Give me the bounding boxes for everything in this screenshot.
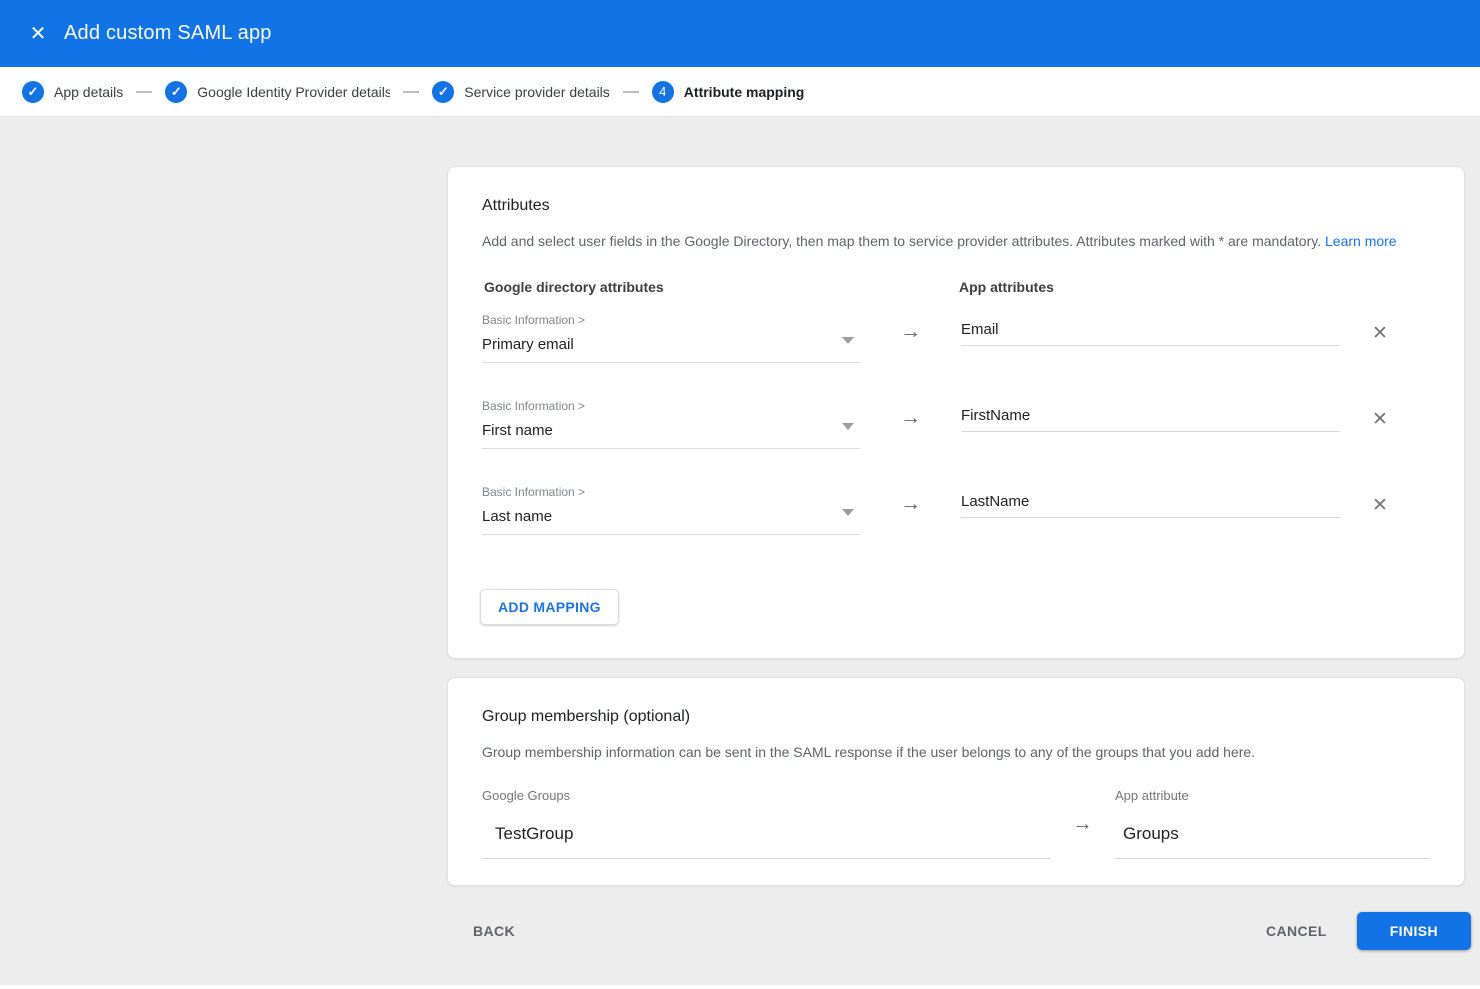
app-attributes-header: App attributes <box>959 279 1054 295</box>
cancel-button[interactable]: CANCEL <box>1262 913 1331 949</box>
attributes-card-description: Add and select user fields in the Google… <box>482 231 1430 251</box>
step-connector <box>403 91 419 93</box>
back-button[interactable]: BACK <box>469 913 519 949</box>
app-attribute-input-wrap <box>961 309 1340 395</box>
step-connector <box>136 91 152 93</box>
arrow-cell: → <box>860 481 961 567</box>
arrow-cell: → <box>1050 788 1115 859</box>
app-attribute-input[interactable] <box>961 491 1340 518</box>
group-mapping-row: Google Groups TestGroup → App attribute … <box>482 788 1430 859</box>
remove-cell: ✕ <box>1340 395 1398 481</box>
directory-attribute-select[interactable]: Basic Information > Last name <box>482 481 860 567</box>
remove-mapping-icon[interactable]: ✕ <box>1366 405 1394 433</box>
wizard-stepper: ✓ App details ✓ Google Identity Provider… <box>0 67 1480 117</box>
directory-attribute-value: First name <box>482 422 860 440</box>
google-groups-label: Google Groups <box>482 788 1050 803</box>
remove-mapping-icon[interactable]: ✕ <box>1366 319 1394 347</box>
step-app-details[interactable]: ✓ App details <box>22 81 123 103</box>
field-underline <box>1115 858 1430 859</box>
directory-attribute-value: Primary email <box>482 336 860 354</box>
step-attribute-mapping[interactable]: 4 Attribute mapping <box>652 81 805 103</box>
step-service-provider-details[interactable]: ✓ Service provider details <box>432 81 610 103</box>
app-attribute-field[interactable]: App attribute Groups <box>1115 788 1430 859</box>
mapping-column-headers: Google directory attributes App attribut… <box>482 279 1430 295</box>
attribute-category-label: Basic Information > <box>482 485 860 499</box>
step-label: App details <box>54 84 123 100</box>
attributes-card-title: Attributes <box>482 197 1430 215</box>
app-attribute-input[interactable] <box>961 405 1340 432</box>
learn-more-link[interactable]: Learn more <box>1325 233 1397 249</box>
field-underline <box>482 362 860 363</box>
page-title: Add custom SAML app <box>64 22 272 45</box>
google-groups-field[interactable]: Google Groups TestGroup <box>482 788 1050 859</box>
app-attribute-input-wrap <box>961 395 1340 481</box>
step-label: Service provider details <box>464 84 610 100</box>
app-attribute-input-wrap <box>961 481 1340 567</box>
remove-cell: ✕ <box>1340 481 1398 567</box>
add-mapping-button[interactable]: ADD MAPPING <box>480 589 619 625</box>
dropdown-arrow-icon <box>842 509 854 516</box>
remove-mapping-icon[interactable]: ✕ <box>1366 491 1394 519</box>
step-label: Attribute mapping <box>684 84 805 100</box>
arrow-right-icon: → <box>1073 814 1093 859</box>
app-bar: ✕ Add custom SAML app <box>0 0 1480 67</box>
finish-button[interactable]: FINISH <box>1357 912 1471 950</box>
content-area: Attributes Add and select user fields in… <box>0 117 1480 985</box>
arrow-cell: → <box>860 309 961 395</box>
step-connector <box>623 91 639 93</box>
field-underline <box>482 448 860 449</box>
group-membership-card: Group membership (optional) Group member… <box>447 677 1465 886</box>
mapping-row: Basic Information > First name → ✕ <box>482 395 1430 481</box>
arrow-right-icon: → <box>900 321 921 395</box>
arrow-right-icon: → <box>900 407 921 481</box>
close-icon[interactable]: ✕ <box>20 16 56 52</box>
attributes-card: Attributes Add and select user fields in… <box>447 166 1465 659</box>
remove-cell: ✕ <box>1340 309 1398 395</box>
mapping-row: Basic Information > Last name → ✕ <box>482 481 1430 567</box>
mapping-row: Basic Information > Primary email → ✕ <box>482 309 1430 395</box>
arrow-right-icon: → <box>900 493 921 567</box>
bottom-strip <box>0 985 1480 989</box>
group-card-title: Group membership (optional) <box>482 708 1430 726</box>
directory-attribute-select[interactable]: Basic Information > Primary email <box>482 309 860 395</box>
step-number-icon: 4 <box>652 81 674 103</box>
step-complete-icon: ✓ <box>432 81 454 103</box>
step-complete-icon: ✓ <box>22 81 44 103</box>
description-text: Add and select user fields in the Google… <box>482 233 1321 249</box>
group-card-description: Group membership information can be sent… <box>482 742 1430 762</box>
directory-attribute-select[interactable]: Basic Information > First name <box>482 395 860 481</box>
app-attribute-input[interactable] <box>961 319 1340 346</box>
mapping-rows: Basic Information > Primary email → ✕ Ba… <box>482 309 1430 567</box>
arrow-cell: → <box>860 395 961 481</box>
step-google-idp-details[interactable]: ✓ Google Identity Provider details <box>165 81 390 103</box>
directory-attribute-value: Last name <box>482 508 860 526</box>
attribute-category-label: Basic Information > <box>482 313 860 327</box>
dropdown-arrow-icon <box>842 337 854 344</box>
wizard-footer: BACK CANCEL FINISH <box>447 912 1471 950</box>
step-label: Google Identity Provider details <box>197 84 390 100</box>
attribute-category-label: Basic Information > <box>482 399 860 413</box>
google-directory-attributes-header: Google directory attributes <box>482 279 959 295</box>
app-attribute-label: App attribute <box>1115 788 1430 803</box>
app-attribute-value[interactable]: Groups <box>1115 824 1430 844</box>
field-underline <box>482 858 1050 859</box>
step-complete-icon: ✓ <box>165 81 187 103</box>
google-groups-value[interactable]: TestGroup <box>482 824 1050 844</box>
field-underline <box>482 534 860 535</box>
dropdown-arrow-icon <box>842 423 854 430</box>
